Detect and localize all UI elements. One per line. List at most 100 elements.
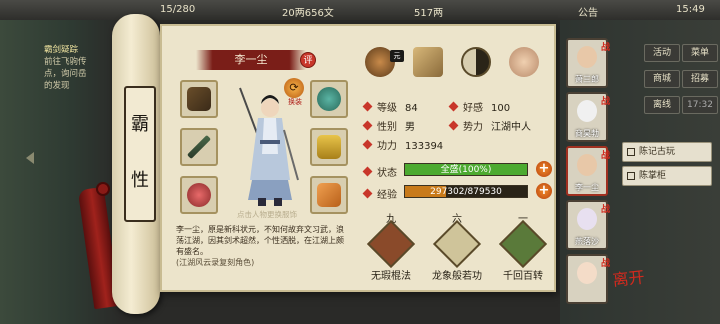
scroll-tab-char: 性 [131, 170, 149, 191]
yin-yang-button[interactable] [458, 44, 494, 80]
notice-button[interactable]: 公告 [578, 4, 598, 19]
skill-slot[interactable]: 一 千回百转 [490, 210, 556, 282]
offline-button[interactable]: 离线 [644, 96, 680, 114]
activity-button[interactable]: 活动 [644, 44, 680, 62]
party-member-portrait[interactable]: 战 商昊勃 [566, 92, 610, 142]
spear-icon [186, 134, 212, 160]
stat-status-label: 状态 [362, 164, 397, 179]
skill-name: 无瑕棍法 [371, 271, 411, 282]
yin-yang-icon [461, 47, 491, 77]
avatar [577, 46, 597, 68]
diamond-bullet-icon [448, 101, 459, 112]
skill-name: 千回百转 [503, 271, 543, 282]
description-note: (江湖风云录复刻角色) [176, 258, 255, 267]
party-member-portrait[interactable]: 战 燕落沙 [566, 200, 610, 250]
exp-add-button[interactable]: + [536, 183, 552, 199]
status-add-button[interactable]: + [536, 161, 552, 177]
equip-slot-armor[interactable] [310, 128, 348, 166]
quest-title: 霸剑疑踪 [44, 45, 79, 55]
shop-button[interactable]: 商城 [644, 70, 680, 88]
party-member-name: 萧三郎 [575, 75, 599, 84]
status-bar: 全盛(100%) [404, 163, 528, 176]
staff-skill-icon [366, 219, 416, 269]
diamond-bullet-icon [362, 120, 373, 131]
shopkeeper-button[interactable]: 陈掌柜 [622, 166, 712, 186]
meridian-button[interactable] [506, 44, 542, 80]
battle-badge: 战 [600, 43, 610, 53]
party-member-name: 商昊勃 [575, 129, 599, 138]
avatar [577, 100, 597, 122]
footwork-skill-icon [498, 219, 548, 269]
status-bar-text: 全盛(100%) [440, 165, 492, 175]
top-status-bar: 15/280 20两656文 517两 公告 15:49 [0, 0, 720, 20]
battle-badge: 战 [600, 97, 610, 107]
avatar [577, 208, 597, 230]
menu-button[interactable]: 菜单 [682, 44, 718, 62]
character-name-banner: 李一尘 [196, 50, 306, 70]
quest-line: 前往飞驹传 [44, 57, 87, 67]
scroll-tab-char: 霸 [131, 114, 149, 135]
party-member-name: 燕落沙 [575, 237, 599, 246]
description-text: 李一尘，原是新科状元，不知何故弃文习武，浪荡江湖，因其剑术超然，个性洒脱，在江湖… [176, 225, 344, 256]
battle-badge: 战 [600, 151, 610, 161]
battle-badge: 战 [600, 205, 610, 215]
exp-bar-text: 297302/879530 [430, 187, 502, 197]
map-scroll-icon [413, 47, 443, 77]
equip-slot-head[interactable] [310, 80, 348, 118]
skill-slot[interactable]: 九 无瑕棍法 [358, 210, 424, 282]
quest-tracker[interactable]: 霸剑疑踪 前往飞驹传 点，询问岳 的发现 [44, 44, 114, 92]
party-member-portrait[interactable]: 战 李一尘 [566, 146, 610, 196]
comment-badge[interactable]: 评 [300, 52, 316, 68]
gloves-icon [187, 87, 211, 111]
stat-favor: 好感 100 [448, 99, 510, 114]
avatar [577, 262, 597, 284]
tassel-knot-decoration [96, 182, 110, 196]
fist-skill-icon [432, 219, 482, 269]
expand-arrow-icon[interactable] [26, 152, 34, 164]
stat-exp-label: 经验 [362, 186, 397, 201]
stat-level: 等级 84 [362, 99, 418, 114]
equip-slot-accessory[interactable] [180, 176, 218, 214]
skill-name: 龙象般若功 [432, 271, 482, 282]
exit-button[interactable]: 离开 [610, 267, 650, 316]
equip-slot-weapon[interactable] [180, 128, 218, 166]
stat-power: 功力 133394 [362, 137, 443, 152]
quest-line: 的发现 [44, 81, 70, 91]
antique-shop-button[interactable]: 陈记古玩 [622, 142, 712, 162]
copper-value: 20两656文 [282, 8, 334, 19]
boots-icon [317, 183, 341, 207]
yuan-badge: 元 [390, 50, 404, 62]
clock: 15:49 [676, 4, 705, 15]
character-figure[interactable] [232, 84, 306, 210]
scroll-tab-label[interactable]: 霸 性 [124, 86, 156, 222]
robe-icon [317, 135, 341, 159]
skill-slot[interactable]: 六 龙象般若功 [424, 210, 490, 282]
party-member-portrait[interactable]: 战 萧三郎 [566, 38, 610, 88]
equip-slot-gloves[interactable] [180, 80, 218, 118]
checkbox-icon [627, 148, 635, 156]
diamond-bullet-icon [448, 120, 459, 131]
silver-value: 517两 [414, 8, 444, 19]
character-description: 李一尘，原是新科状元，不知何故弃文习武，浪荡江湖，因其剑术超然，个性洒脱，在江湖… [176, 224, 346, 268]
avatar [577, 154, 597, 176]
hat-icon [317, 87, 341, 111]
stat-faction: 势力 江湖中人 [448, 118, 531, 133]
meridian-body-icon [509, 47, 539, 77]
offline-time: 17:32 [682, 96, 718, 114]
diamond-bullet-icon [362, 188, 373, 199]
party-member-portrait[interactable]: 战 [566, 254, 610, 304]
checkbox-icon [627, 172, 635, 180]
stat-gender: 性别男 [362, 118, 415, 133]
battle-badge: 战 [600, 259, 610, 269]
diamond-bullet-icon [362, 139, 373, 150]
change-outfit-hint: 点击人物更换服饰 [237, 210, 297, 219]
recruit-button[interactable]: 招募 [682, 70, 718, 88]
stamina-value: 15/280 [160, 4, 196, 15]
exp-bar: 297302/879530 [404, 185, 528, 198]
equip-slot-shoes[interactable] [310, 176, 348, 214]
diamond-bullet-icon [362, 166, 373, 177]
diamond-bullet-icon [362, 101, 373, 112]
quest-line: 点，询问岳 [44, 69, 87, 79]
map-scroll-button[interactable] [410, 44, 446, 80]
pouch-icon [187, 183, 211, 207]
